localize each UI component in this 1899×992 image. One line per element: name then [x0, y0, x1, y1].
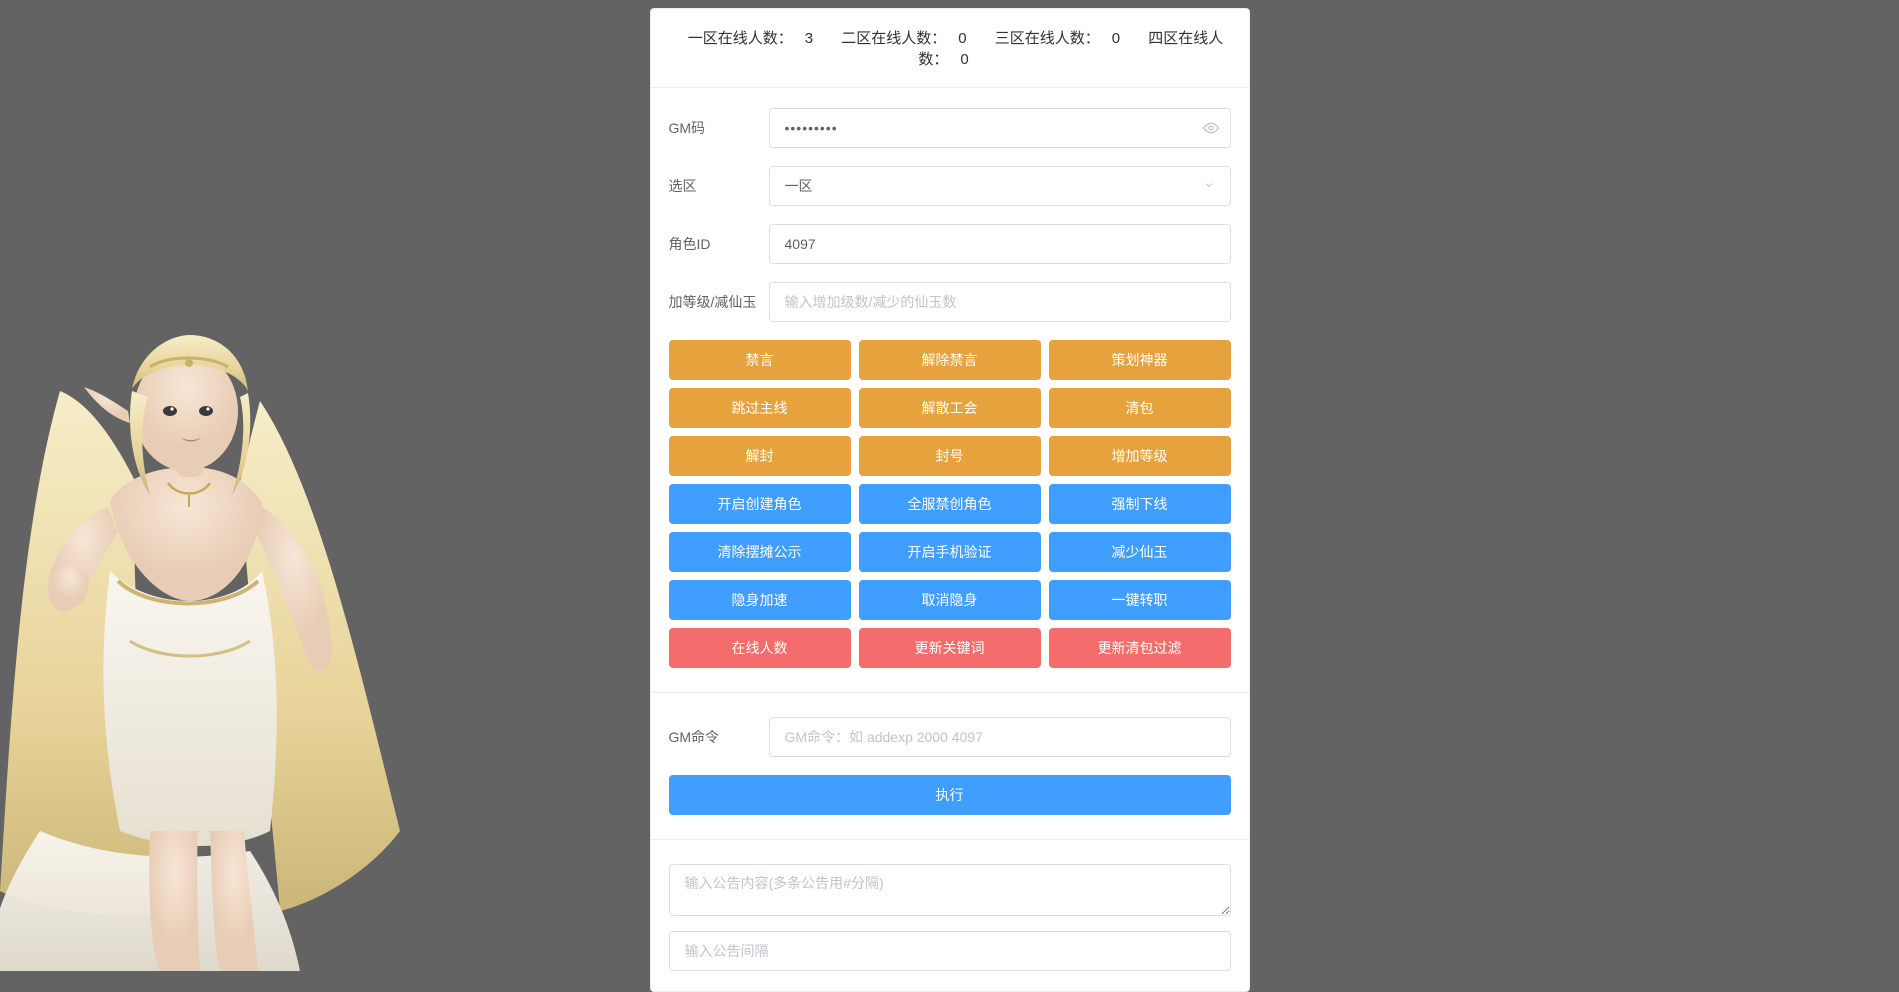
gm-cmd-label: GM命令 — [669, 727, 769, 747]
cancel-stealth-button[interactable]: 取消隐身 — [859, 580, 1041, 620]
execute-button[interactable]: 执行 — [669, 775, 1231, 815]
unban-button[interactable]: 解封 — [669, 436, 851, 476]
background-character-art — [0, 271, 430, 971]
divider — [651, 692, 1249, 693]
one-key-jobchange-button[interactable]: 一键转职 — [1049, 580, 1231, 620]
add-level-button[interactable]: 增加等级 — [1049, 436, 1231, 476]
enable-create-role-button[interactable]: 开启创建角色 — [669, 484, 851, 524]
gm-code-label: GM码 — [669, 118, 769, 138]
gm-cmd-input[interactable] — [769, 717, 1231, 757]
update-clearbag-filter-button[interactable]: 更新清包过滤 — [1049, 628, 1231, 668]
clear-bag-button[interactable]: 清包 — [1049, 388, 1231, 428]
reduce-jade-button[interactable]: 减少仙玉 — [1049, 532, 1231, 572]
zone-select-value: 一区 — [785, 176, 813, 196]
zone-label: 选区 — [669, 176, 769, 196]
skip-mainline-button[interactable]: 跳过主线 — [669, 388, 851, 428]
clear-stall-notice-button[interactable]: 清除摆摊公示 — [669, 532, 851, 572]
enable-phone-verify-button[interactable]: 开启手机验证 — [859, 532, 1041, 572]
zone-select[interactable]: 一区 — [769, 166, 1231, 206]
role-id-input[interactable] — [769, 224, 1231, 264]
planner-artifact-button[interactable]: 策划神器 — [1049, 340, 1231, 380]
online-stats-bar: 一区在线人数：3 二区在线人数：0 三区在线人数：0 四区在线人数：0 — [651, 9, 1249, 88]
unmute-button[interactable]: 解除禁言 — [859, 340, 1041, 380]
chevron-down-icon — [1203, 179, 1215, 194]
announce-content-textarea[interactable] — [669, 864, 1231, 916]
zone3-stat: 三区在线人数：0 — [989, 30, 1126, 47]
action-button-grid: 禁言 解除禁言 策划神器 跳过主线 解散工会 清包 解封 封号 增加等级 开启创… — [669, 340, 1231, 668]
mute-button[interactable]: 禁言 — [669, 340, 851, 380]
level-input[interactable] — [769, 282, 1231, 322]
gm-code-input[interactable] — [769, 108, 1231, 148]
role-id-label: 角色ID — [669, 234, 769, 254]
force-offline-button[interactable]: 强制下线 — [1049, 484, 1231, 524]
disband-guild-button[interactable]: 解散工会 — [859, 388, 1041, 428]
online-count-button[interactable]: 在线人数 — [669, 628, 851, 668]
level-label: 加等级/减仙玉 — [669, 292, 769, 312]
eye-icon[interactable] — [1201, 108, 1221, 148]
zone1-stat: 一区在线人数：3 — [682, 30, 819, 47]
zone2-stat: 二区在线人数：0 — [835, 30, 972, 47]
disable-create-role-button[interactable]: 全服禁创角色 — [859, 484, 1041, 524]
announce-interval-input[interactable] — [669, 931, 1231, 971]
ban-button[interactable]: 封号 — [859, 436, 1041, 476]
stealth-speed-button[interactable]: 隐身加速 — [669, 580, 851, 620]
update-keywords-button[interactable]: 更新关键词 — [859, 628, 1041, 668]
divider — [651, 839, 1249, 840]
admin-panel-card: 一区在线人数：3 二区在线人数：0 三区在线人数：0 四区在线人数：0 GM码 … — [650, 8, 1250, 992]
